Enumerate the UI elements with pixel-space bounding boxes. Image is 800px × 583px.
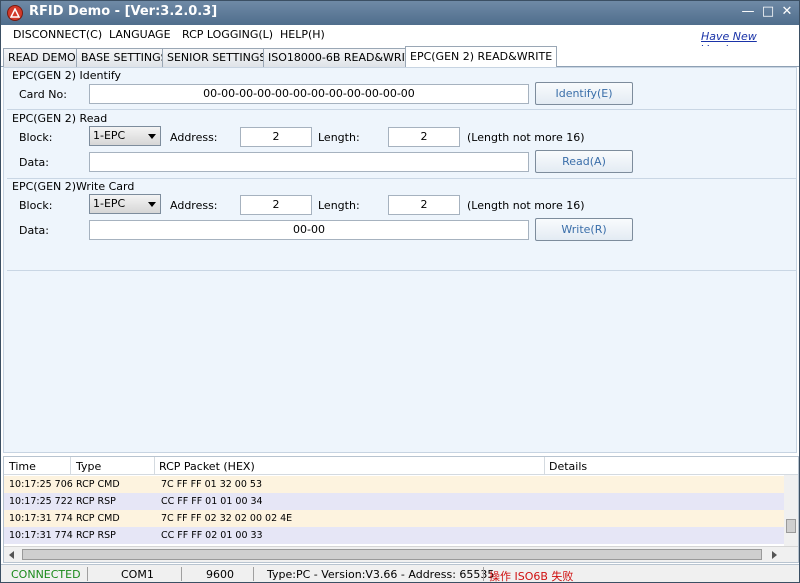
log-time: 10:17:25 722 bbox=[9, 496, 73, 507]
card-no-field[interactable]: 00-00-00-00-00-00-00-00-00-00-00-00 bbox=[89, 84, 529, 104]
log-type: RCP CMD bbox=[76, 479, 120, 490]
tab-base-settings[interactable]: BASE SETTINGS bbox=[76, 48, 173, 67]
menu-bar: DISCONNECT(C) LANGUAGE RCP LOGGING(L) HE… bbox=[1, 25, 799, 56]
write-length-field[interactable]: 2 bbox=[388, 195, 460, 215]
log-col-type[interactable]: Type bbox=[76, 460, 101, 473]
log-col-divider bbox=[70, 457, 71, 475]
chevron-down-icon bbox=[148, 202, 156, 207]
read-data-field[interactable] bbox=[89, 152, 529, 172]
log-type: RCP CMD bbox=[76, 513, 120, 524]
tab-senior-settings[interactable]: SENIOR SETTINGS bbox=[162, 48, 272, 67]
table-row[interactable]: 10:17:25 706 RCP CMD 7C FF FF 01 32 00 5… bbox=[4, 476, 784, 493]
read-block-label: Block: bbox=[19, 131, 53, 144]
write-data-field[interactable]: 00-00 bbox=[89, 220, 529, 240]
identify-divider bbox=[7, 109, 797, 110]
read-block-value: 1-EPC bbox=[93, 129, 126, 142]
tab-iso18000-6b[interactable]: ISO18000-6B READ&WRITE bbox=[263, 48, 424, 67]
write-block-label: Block: bbox=[19, 199, 53, 212]
log-horizontal-scrollbar[interactable] bbox=[4, 546, 798, 562]
log-col-packet[interactable]: RCP Packet (HEX) bbox=[159, 460, 255, 473]
menu-rcp-logging[interactable]: RCP LOGGING(L) bbox=[182, 28, 273, 41]
scrollbar-thumb[interactable] bbox=[786, 519, 796, 533]
status-divider bbox=[87, 567, 88, 581]
log-col-divider bbox=[154, 457, 155, 475]
table-row[interactable]: 10:17:25 722 RCP RSP CC FF FF 01 01 00 3… bbox=[4, 493, 784, 510]
log-col-divider bbox=[544, 457, 545, 475]
read-length-label: Length: bbox=[318, 131, 360, 144]
chevron-down-icon bbox=[148, 134, 156, 139]
scroll-right-icon[interactable] bbox=[772, 551, 777, 559]
app-logo-icon bbox=[7, 5, 23, 21]
scroll-left-icon[interactable] bbox=[9, 551, 14, 559]
rcp-log-table: Time Type RCP Packet (HEX) Details 10:17… bbox=[3, 456, 799, 563]
log-col-time[interactable]: Time bbox=[9, 460, 36, 473]
read-title: EPC(GEN 2) Read bbox=[12, 112, 108, 125]
log-vertical-scrollbar[interactable] bbox=[784, 475, 798, 547]
status-divider bbox=[483, 567, 484, 581]
log-time: 10:17:31 774 bbox=[9, 530, 73, 541]
read-address-label: Address: bbox=[170, 131, 218, 144]
read-divider bbox=[7, 178, 797, 179]
log-time: 10:17:25 706 bbox=[9, 479, 73, 490]
log-packet: 7C FF FF 01 32 00 53 bbox=[161, 479, 263, 490]
scrollbar-thumb[interactable] bbox=[22, 549, 762, 560]
minimize-button[interactable]: — bbox=[739, 4, 757, 21]
window-title: RFID Demo - [Ver:3.2.0.3] bbox=[29, 4, 218, 19]
identify-button[interactable]: Identify(E) bbox=[535, 82, 633, 105]
write-divider bbox=[7, 270, 797, 271]
write-block-value: 1-EPC bbox=[93, 197, 126, 210]
log-type: RCP RSP bbox=[76, 496, 116, 507]
table-row[interactable]: 10:17:31 774 RCP CMD 7C FF FF 02 32 02 0… bbox=[4, 510, 784, 527]
write-title: EPC(GEN 2)Write Card bbox=[12, 180, 135, 193]
tab-bar: READ DEMO BASE SETTINGS SENIOR SETTINGS … bbox=[1, 46, 799, 68]
log-packet: 7C FF FF 02 32 02 00 02 4E bbox=[161, 513, 293, 524]
device-status: Type:PC - Version:V3.66 - Address: 65535 bbox=[267, 568, 495, 581]
read-block-select[interactable]: 1-EPC bbox=[89, 126, 161, 146]
read-group: EPC(GEN 2) Read Block: 1-EPC Address: 2 … bbox=[7, 112, 797, 179]
card-no-label: Card No: bbox=[19, 88, 67, 101]
write-block-select[interactable]: 1-EPC bbox=[89, 194, 161, 214]
write-length-label: Length: bbox=[318, 199, 360, 212]
write-address-field[interactable]: 2 bbox=[240, 195, 312, 215]
log-packet: CC FF FF 02 01 00 33 bbox=[161, 530, 263, 541]
menu-language[interactable]: LANGUAGE bbox=[109, 28, 171, 41]
status-divider bbox=[181, 567, 182, 581]
read-length-field[interactable]: 2 bbox=[388, 127, 460, 147]
status-divider bbox=[253, 567, 254, 581]
connection-status: CONNECTED bbox=[11, 568, 81, 581]
menu-disconnect[interactable]: DISCONNECT(C) bbox=[13, 28, 102, 41]
log-time: 10:17:31 774 bbox=[9, 513, 73, 524]
identify-title: EPC(GEN 2) Identify bbox=[12, 69, 122, 82]
read-length-note: (Length not more 16) bbox=[467, 131, 585, 144]
log-type: RCP RSP bbox=[76, 530, 116, 541]
write-group: EPC(GEN 2)Write Card Block: 1-EPC Addres… bbox=[7, 180, 797, 271]
menu-help[interactable]: HELP(H) bbox=[280, 28, 325, 41]
app-window: RFID Demo - [Ver:3.2.0.3] — □ ✕ DISCONNE… bbox=[0, 0, 800, 583]
baud-status: 9600 bbox=[206, 568, 234, 581]
write-address-label: Address: bbox=[170, 199, 218, 212]
maximize-button[interactable]: □ bbox=[759, 4, 777, 21]
epc-gen2-panel: EPC(GEN 2) Identify Card No: 00-00-00-00… bbox=[3, 67, 797, 453]
read-data-label: Data: bbox=[19, 156, 49, 169]
write-data-label: Data: bbox=[19, 224, 49, 237]
tab-epc-gen2[interactable]: EPC(GEN 2) READ&WRITE bbox=[405, 46, 558, 68]
port-status: COM1 bbox=[121, 568, 154, 581]
title-bar[interactable]: RFID Demo - [Ver:3.2.0.3] — □ ✕ bbox=[1, 1, 799, 25]
table-row[interactable]: 10:17:31 774 RCP RSP CC FF FF 02 01 00 3… bbox=[4, 527, 784, 544]
read-address-field[interactable]: 2 bbox=[240, 127, 312, 147]
log-col-details[interactable]: Details bbox=[549, 460, 587, 473]
status-bar: CONNECTED COM1 9600 Type:PC - Version:V3… bbox=[1, 564, 799, 583]
log-packet: CC FF FF 01 01 00 34 bbox=[161, 496, 263, 507]
write-button[interactable]: Write(R) bbox=[535, 218, 633, 241]
operation-message: 操作 ISO6B 失败 bbox=[489, 570, 574, 583]
identify-group: EPC(GEN 2) Identify Card No: 00-00-00-00… bbox=[7, 69, 797, 110]
write-length-note: (Length not more 16) bbox=[467, 199, 585, 212]
log-header: Time Type RCP Packet (HEX) Details bbox=[4, 457, 798, 475]
tab-read-demo[interactable]: READ DEMO bbox=[3, 48, 81, 67]
read-button[interactable]: Read(A) bbox=[535, 150, 633, 173]
close-button[interactable]: ✕ bbox=[778, 4, 796, 21]
